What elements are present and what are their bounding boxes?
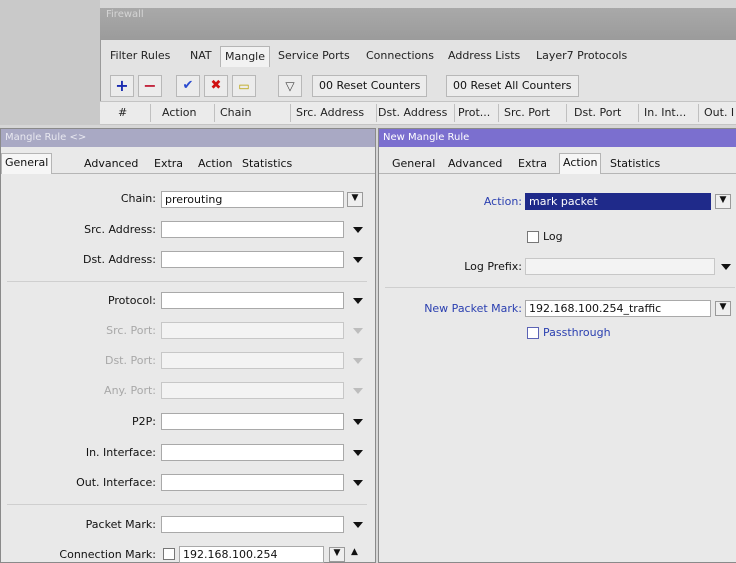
- x-icon[interactable]: ✖: [204, 75, 228, 97]
- connection-mark-invert-checkbox[interactable]: [163, 548, 175, 560]
- tab-statistics[interactable]: Statistics: [239, 155, 295, 173]
- mangle-rule-tabs: General Advanced Extra Action Statistics: [1, 153, 375, 174]
- passthrough-checkbox[interactable]: [527, 327, 539, 339]
- packet-mark-dropdown-icon[interactable]: [353, 522, 363, 528]
- connection-mark-label: Connection Mark:: [59, 548, 156, 561]
- tab-service-ports[interactable]: Service Ports: [274, 46, 354, 66]
- chain-field[interactable]: prerouting: [161, 191, 344, 208]
- minus-icon[interactable]: −: [138, 75, 162, 97]
- new-packet-mark-field[interactable]: 192.168.100.254_traffic: [525, 300, 711, 317]
- tab-action[interactable]: Action: [195, 155, 235, 173]
- action-field[interactable]: mark packet: [525, 193, 711, 210]
- action-dropdown-button[interactable]: ▼: [715, 194, 731, 209]
- action-label: Action:: [483, 195, 522, 208]
- col-chain[interactable]: Chain: [220, 106, 251, 119]
- log-prefix-dropdown-icon[interactable]: [721, 264, 731, 270]
- log-label: Log: [543, 230, 563, 243]
- divider: [385, 287, 735, 288]
- dst-port-field: [161, 352, 344, 369]
- divider: [7, 504, 367, 505]
- out-interface-label: Out. Interface:: [76, 476, 156, 489]
- mangle-rule-dialog-title[interactable]: Mangle Rule <>: [1, 129, 375, 147]
- tab-statistics[interactable]: Statistics: [607, 155, 663, 173]
- tab-action[interactable]: Action: [559, 153, 602, 174]
- src-address-label: Src. Address:: [84, 223, 156, 236]
- tab-advanced[interactable]: Advanced: [445, 155, 505, 173]
- log-checkbox[interactable]: [527, 231, 539, 243]
- divider: [7, 281, 367, 282]
- check-icon[interactable]: ✔: [176, 75, 200, 97]
- connection-mark-field[interactable]: 192.168.100.254: [179, 546, 324, 563]
- tab-advanced[interactable]: Advanced: [81, 155, 141, 173]
- reset-counters-button[interactable]: 00 Reset Counters: [312, 75, 428, 97]
- new-mangle-rule-dialog: New Mangle Rule General Advanced Extra A…: [378, 128, 736, 563]
- col-number[interactable]: #: [118, 106, 127, 119]
- new-mangle-rule-tabs: General Advanced Extra Action Statistics: [379, 153, 736, 174]
- col-out-interface[interactable]: Out. I: [704, 106, 734, 119]
- mangle-rule-dialog: Mangle Rule <> General Advanced Extra Ac…: [0, 128, 376, 563]
- dst-address-label: Dst. Address:: [82, 253, 156, 266]
- tab-address-lists[interactable]: Address Lists: [444, 46, 524, 66]
- dst-port-label: Dst. Port:: [104, 354, 156, 367]
- in-interface-field[interactable]: [161, 444, 344, 461]
- packet-mark-field[interactable]: [161, 516, 344, 533]
- any-port-dropdown-icon: [353, 388, 363, 394]
- connection-mark-dropdown-button[interactable]: ▼: [329, 547, 345, 562]
- tab-general[interactable]: General: [389, 155, 438, 173]
- src-port-label: Src. Port:: [106, 324, 156, 337]
- p2p-label: P2P:: [132, 415, 156, 428]
- col-in-interface[interactable]: In. Int...: [644, 106, 686, 119]
- dst-port-dropdown-icon: [353, 358, 363, 364]
- src-address-field[interactable]: [161, 221, 344, 238]
- chain-label: Chain:: [120, 192, 156, 205]
- in-interface-label: In. Interface:: [85, 446, 156, 459]
- tab-filter-rules[interactable]: Filter Rules: [106, 46, 174, 66]
- out-interface-dropdown-icon[interactable]: [353, 480, 363, 486]
- packet-mark-label: Packet Mark:: [85, 518, 156, 531]
- rules-table-header: # Action Chain Src. Address Dst. Address…: [100, 101, 736, 125]
- tab-extra[interactable]: Extra: [515, 155, 550, 173]
- p2p-field[interactable]: [161, 413, 344, 430]
- col-dst-address[interactable]: Dst. Address: [378, 106, 447, 119]
- log-prefix-field[interactable]: [525, 258, 715, 275]
- any-port-label: Any. Port:: [104, 384, 156, 397]
- tab-connections[interactable]: Connections: [362, 46, 438, 66]
- background-area: [0, 0, 100, 125]
- protocol-dropdown-icon[interactable]: [353, 298, 363, 304]
- note-icon[interactable]: ▭: [232, 75, 256, 97]
- src-port-dropdown-icon: [353, 328, 363, 334]
- in-interface-dropdown-icon[interactable]: [353, 450, 363, 456]
- col-src-port[interactable]: Src. Port: [504, 106, 550, 119]
- plus-icon[interactable]: +: [110, 75, 134, 97]
- reset-all-counters-button[interactable]: 00 Reset All Counters: [446, 75, 579, 97]
- funnel-icon[interactable]: ▽: [278, 75, 302, 97]
- passthrough-label: Passthrough: [543, 326, 611, 339]
- col-protocol[interactable]: Prot...: [458, 106, 490, 119]
- tab-general[interactable]: General: [1, 153, 53, 174]
- firewall-title: Firewall: [106, 9, 144, 20]
- protocol-label: Protocol:: [107, 294, 156, 307]
- new-mangle-rule-dialog-title[interactable]: New Mangle Rule: [379, 129, 736, 147]
- protocol-field[interactable]: [161, 292, 344, 309]
- chain-dropdown-button[interactable]: ▼: [347, 192, 363, 207]
- tab-nat[interactable]: NAT: [186, 46, 216, 66]
- log-prefix-label: Log Prefix:: [464, 260, 522, 273]
- out-interface-field[interactable]: [161, 474, 344, 491]
- src-port-field: [161, 322, 344, 339]
- any-port-field: [161, 382, 344, 399]
- col-action[interactable]: Action: [162, 106, 196, 119]
- src-address-dropdown-icon[interactable]: [353, 227, 363, 233]
- p2p-dropdown-icon[interactable]: [353, 419, 363, 425]
- new-packet-mark-dropdown-button[interactable]: ▼: [715, 301, 731, 316]
- tab-layer7-protocols[interactable]: Layer7 Protocols: [532, 46, 631, 66]
- firewall-titlebar: Firewall: [100, 8, 736, 40]
- tab-extra[interactable]: Extra: [151, 155, 186, 173]
- col-src-address[interactable]: Src. Address: [296, 106, 364, 119]
- dst-address-field[interactable]: [161, 251, 344, 268]
- connection-mark-remove-icon[interactable]: ▲: [351, 547, 358, 557]
- new-packet-mark-label: New Packet Mark:: [424, 302, 522, 315]
- tab-mangle[interactable]: Mangle: [220, 46, 271, 67]
- dst-address-dropdown-icon[interactable]: [353, 257, 363, 263]
- col-dst-port[interactable]: Dst. Port: [574, 106, 621, 119]
